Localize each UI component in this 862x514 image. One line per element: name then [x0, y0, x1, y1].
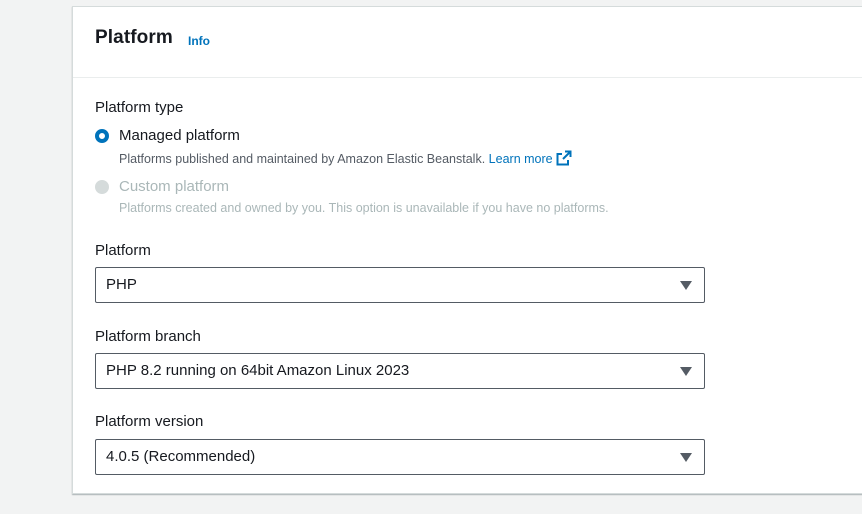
learn-more-link[interactable]: Learn more [489, 150, 572, 169]
platform-branch-label: Platform branch [95, 328, 201, 345]
managed-platform-description: Platforms published and maintained by Am… [119, 150, 572, 169]
custom-platform-description: Platforms created and owned by you. This… [119, 201, 609, 215]
managed-platform-radio[interactable] [95, 129, 109, 143]
learn-more-label[interactable]: Learn more [489, 152, 553, 166]
custom-platform-label: Custom platform [119, 178, 230, 195]
panel-header: Platform Info [73, 7, 862, 78]
managed-platform-label[interactable]: Managed platform [119, 127, 240, 144]
platform-label: Platform [95, 242, 151, 259]
caret-down-icon [680, 281, 692, 290]
platform-type-label: Platform type [95, 99, 184, 116]
platform-version-select-value: 4.0.5 (Recommended) [106, 448, 256, 465]
external-link-icon[interactable] [556, 150, 572, 169]
custom-platform-radio[interactable] [95, 180, 109, 194]
platform-select[interactable]: PHP [95, 267, 705, 303]
platform-panel: Platform Info Platform type Managed plat… [72, 6, 862, 494]
info-link[interactable]: Info [188, 34, 210, 48]
caret-down-icon [680, 453, 692, 462]
panel-title: Platform [95, 27, 173, 48]
platform-version-select[interactable]: 4.0.5 (Recommended) [95, 439, 705, 475]
platform-branch-select-value: PHP 8.2 running on 64bit Amazon Linux 20… [106, 362, 410, 379]
managed-platform-description-text: Platforms published and maintained by Am… [119, 152, 486, 166]
platform-select-value: PHP [106, 276, 137, 293]
caret-down-icon [680, 367, 692, 376]
platform-branch-select[interactable]: PHP 8.2 running on 64bit Amazon Linux 20… [95, 353, 705, 389]
platform-version-label: Platform version [95, 413, 204, 430]
